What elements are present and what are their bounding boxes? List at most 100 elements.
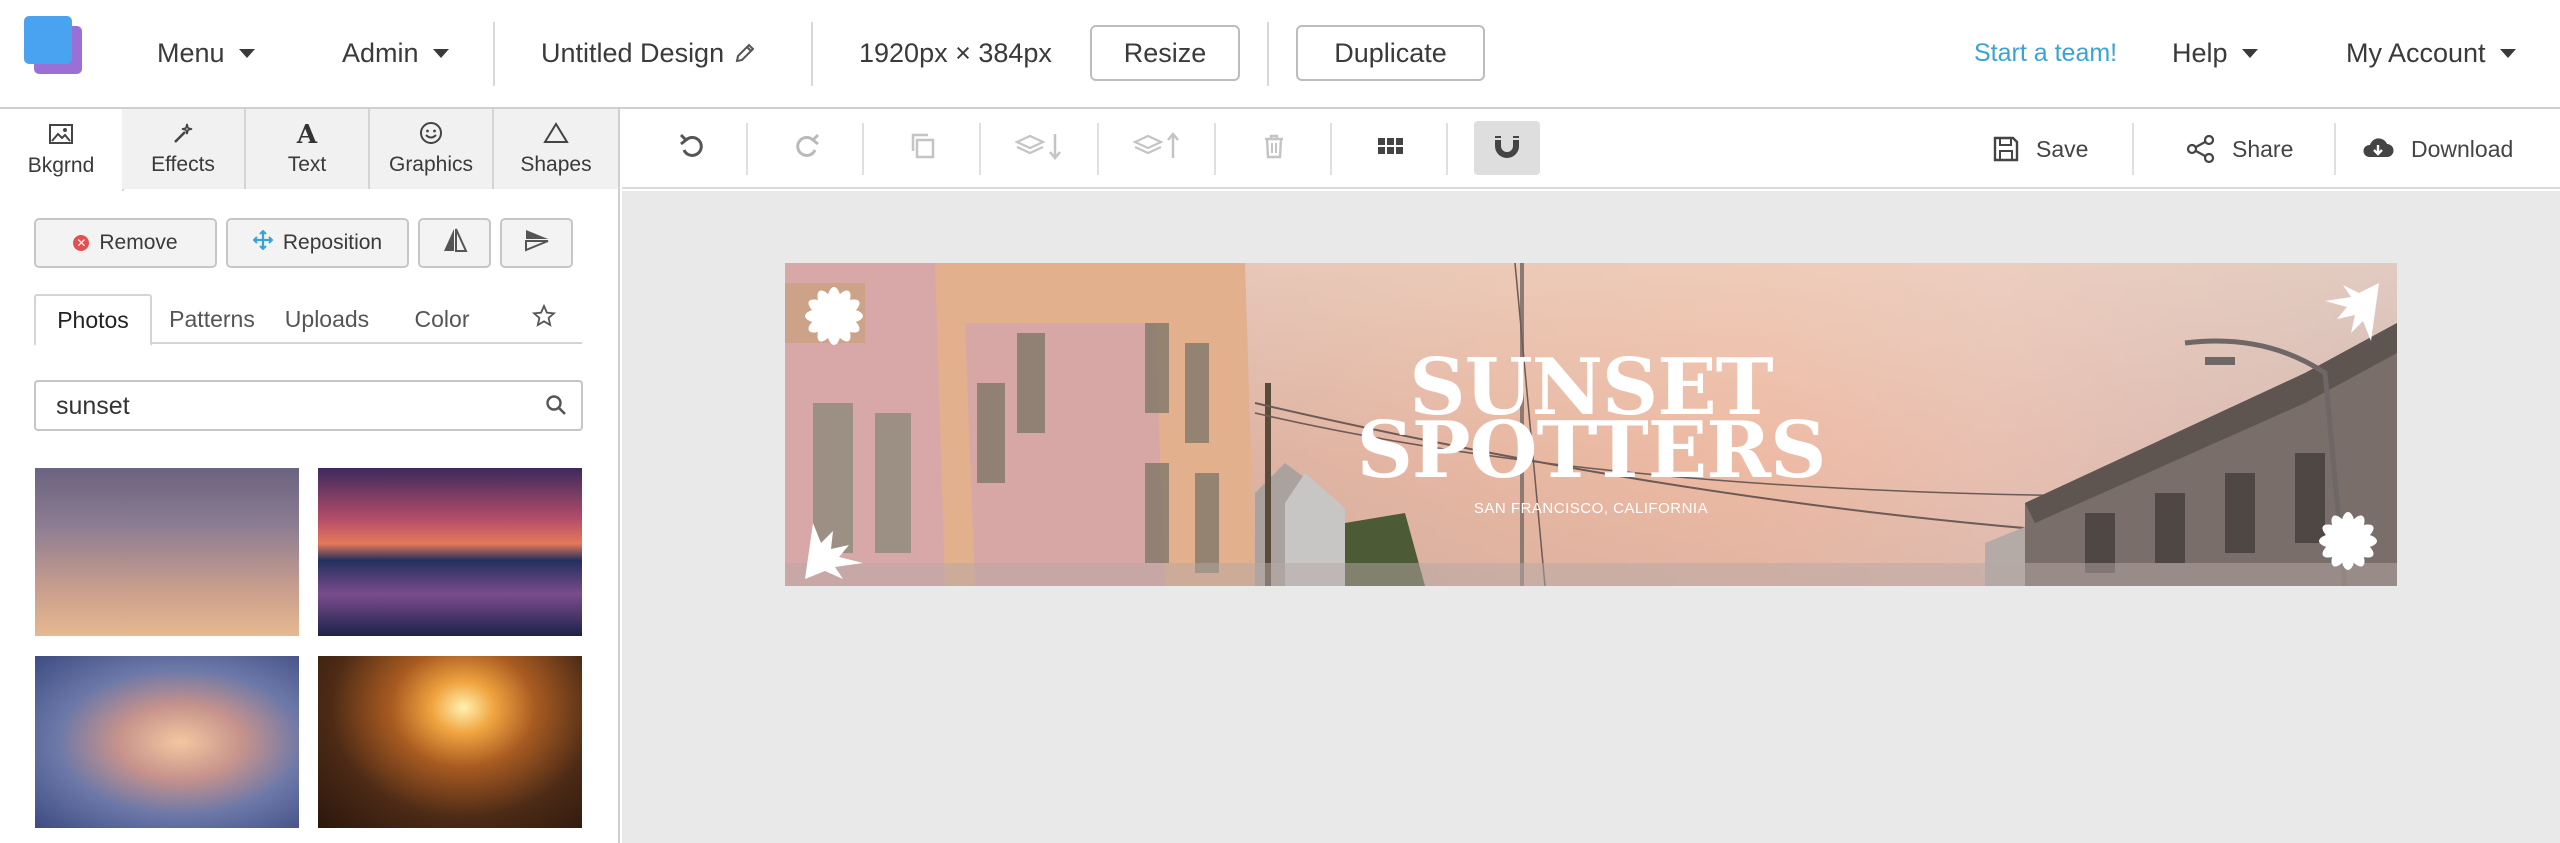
photo-thumbnail[interactable] [35,468,299,636]
edit-toolbar: Save Share Download [622,109,2560,189]
canvas-workspace[interactable]: SUNSET SPOTTERS SAN FRANCISCO, CALIFORNI… [622,191,2560,843]
share-label: Share [2232,135,2294,162]
source-tabs: Photos Patterns Uploads Color [34,294,582,346]
divider [1267,22,1269,86]
save-button[interactable]: Save [1992,109,2088,189]
redo-button[interactable] [774,121,840,175]
share-button[interactable]: Share [2186,109,2293,189]
wand-icon [170,121,196,149]
divider [1446,123,1448,175]
layer-up-icon [1132,130,1184,167]
flip-horizontal-icon [441,227,469,259]
divider [1330,123,1332,175]
flower-icon [2319,512,2377,570]
reposition-button[interactable]: Reposition [226,218,409,268]
flower-icon [805,287,863,345]
start-team-link[interactable]: Start a team! [1974,0,2117,106]
tab-graphics[interactable]: Graphics [370,109,494,189]
chevron-down-icon [2499,48,2516,58]
pencil-icon [734,42,756,64]
panel-tabs: Bkgrnd Effects A Text Graphics Shapes [0,109,620,191]
tab-label: Shapes [520,153,592,176]
divider [811,22,813,86]
tab-shapes[interactable]: Shapes [494,109,618,189]
resize-button[interactable]: Resize [1090,25,1240,81]
remove-label: Remove [99,231,178,254]
tab-background[interactable]: Bkgrnd [0,109,124,191]
star-icon [531,303,557,334]
divider [2132,123,2134,175]
grid-icon [1375,131,1405,166]
design-canvas[interactable]: SUNSET SPOTTERS SAN FRANCISCO, CALIFORNI… [785,263,2397,586]
design-subtitle[interactable]: SAN FRANCISCO, CALIFORNIA [785,500,2397,517]
smiley-icon [418,121,444,149]
left-panel: Bkgrnd Effects A Text Graphics Shapes ✕ … [0,109,620,843]
tab-text[interactable]: A Text [246,109,370,189]
chevron-down-icon [238,48,255,58]
divider [1097,123,1099,175]
tab-label: Effects [151,153,215,176]
menu-label: Menu [157,37,225,68]
tab-label: Text [287,153,327,176]
snap-magnet-toggle[interactable] [1474,121,1540,175]
tab-uploads[interactable]: Uploads [272,294,382,344]
photo-thumbnail[interactable] [318,468,582,636]
copy-icon [908,131,938,166]
share-icon [2186,134,2232,164]
trash-icon [1259,131,1289,166]
app-logo[interactable] [24,16,86,74]
undo-icon [677,131,707,166]
burst-arrow-icon [805,523,863,579]
send-backward-button[interactable] [1007,121,1073,175]
divider [746,123,748,175]
tab-favorites[interactable] [514,294,574,344]
download-button[interactable]: Download [2361,109,2513,189]
triangle-icon [543,121,569,149]
undo-button[interactable] [659,121,725,175]
close-circle-icon: ✕ [73,235,90,251]
reposition-label: Reposition [282,231,383,254]
admin-dropdown[interactable]: Admin [342,0,449,106]
photo-thumbnail[interactable] [35,656,299,828]
tab-photos[interactable]: Photos [34,294,152,346]
cloud-download-icon [2361,135,2411,163]
tab-color[interactable]: Color [382,294,502,344]
divider [493,22,495,86]
design-title[interactable]: Untitled Design [541,0,756,106]
layer-down-icon [1014,130,1066,167]
design-title-text: Untitled Design [541,37,725,68]
download-label: Download [2411,135,2514,162]
design-headline-line2[interactable]: SPOTTERS [785,412,2397,490]
flip-vertical-button[interactable] [500,218,573,268]
tab-patterns[interactable]: Patterns [152,294,272,344]
search-icon[interactable] [545,394,567,421]
copy-button[interactable] [890,121,956,175]
logo-front-square [24,16,72,64]
remove-background-button[interactable]: ✕ Remove [34,218,217,268]
duplicate-button[interactable]: Duplicate [1296,25,1485,81]
tab-effects[interactable]: Effects [122,109,246,189]
menu-dropdown[interactable]: Menu [157,0,255,106]
redo-icon [792,131,822,166]
save-label: Save [2036,135,2089,162]
burst-arrow-icon [2325,283,2379,341]
chevron-down-icon [432,48,449,58]
text-icon: A [296,120,318,150]
tab-label: Bkgrnd [27,154,95,177]
account-label: My Account [2346,37,2486,68]
help-label: Help [2172,37,2228,68]
grid-button[interactable] [1357,121,1423,175]
photo-thumbnail[interactable] [318,656,582,828]
magnet-icon [1492,131,1522,166]
search-input[interactable] [56,390,526,422]
top-bar: Menu Admin Untitled Design 1920px × 384p… [0,0,2560,109]
flip-horizontal-button[interactable] [418,218,491,268]
canvas-dimensions: 1920px × 384px [859,37,1052,68]
divider [2334,123,2336,175]
divider [979,123,981,175]
help-dropdown[interactable]: Help [2172,0,2258,106]
delete-button[interactable] [1241,121,1307,175]
account-dropdown[interactable]: My Account [2346,0,2516,106]
search-box[interactable] [34,380,583,431]
bring-forward-button[interactable] [1125,121,1191,175]
